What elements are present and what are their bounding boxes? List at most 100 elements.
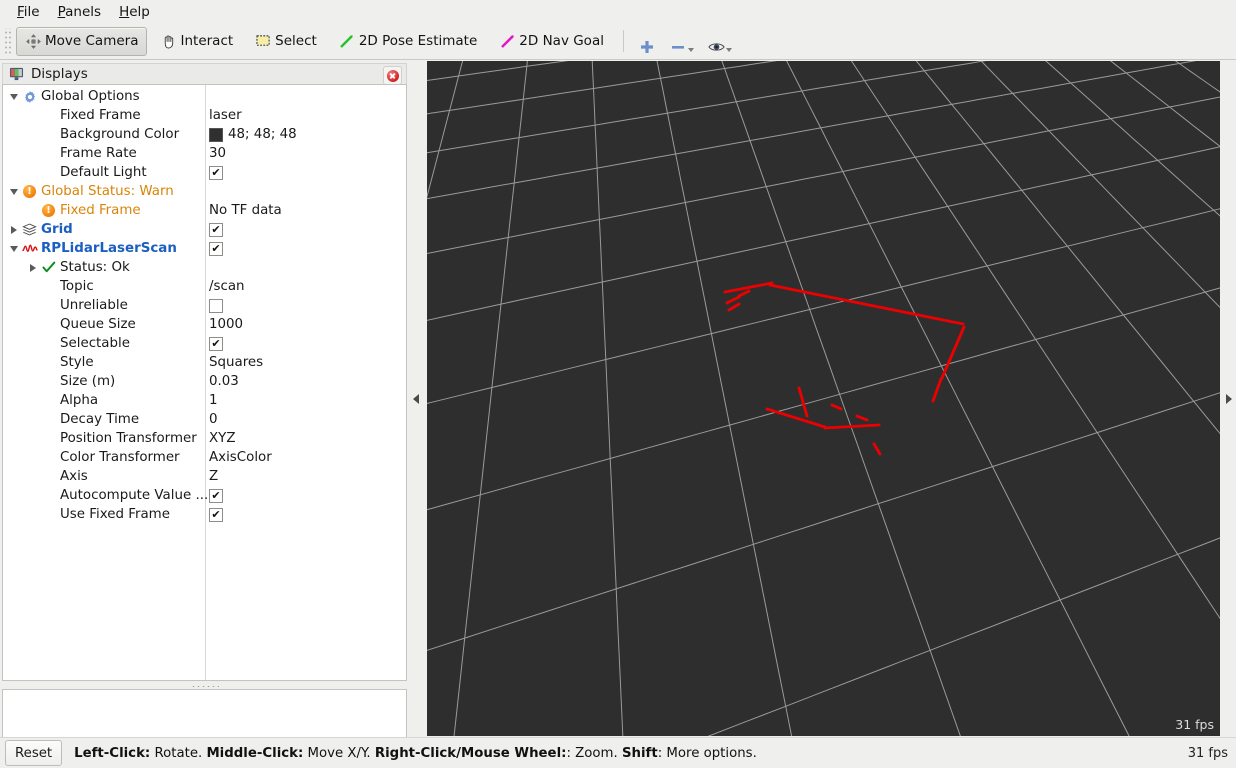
tree-row-value-cell[interactable]: 0 xyxy=(209,410,218,429)
tree-row-value-cell[interactable]: 0.03 xyxy=(209,372,239,391)
chevron-down-icon[interactable] xyxy=(687,47,694,52)
expand-arrow-closed-icon[interactable] xyxy=(5,225,21,234)
triangle-icon xyxy=(11,225,17,234)
expand-arrow-open-icon[interactable] xyxy=(5,188,21,195)
expand-arrow-closed-icon[interactable] xyxy=(24,263,40,272)
checkbox[interactable]: ✔ xyxy=(209,222,223,237)
tree-row-value-cell[interactable]: /scan xyxy=(209,277,245,296)
tree-row[interactable]: Alpha 1 xyxy=(3,391,406,410)
tree-row-value: Squares xyxy=(209,355,264,370)
tree-row[interactable]: Use Fixed Frame ✔ xyxy=(3,505,406,524)
tree-row-label: Global Status: Warn xyxy=(41,184,174,199)
tree-row[interactable]: Axis Z xyxy=(3,467,406,486)
left-panel-collapse-handle[interactable] xyxy=(411,61,421,736)
tree-row-value-cell[interactable]: No TF data xyxy=(209,201,282,220)
tree-row-value-cell[interactable]: laser xyxy=(209,106,242,125)
toolbar-grip[interactable] xyxy=(3,28,12,54)
render-canvas xyxy=(427,61,1220,736)
displays-tree[interactable]: Global Options Fixed Frame laser Background… xyxy=(2,84,407,681)
tree-row-value: XYZ xyxy=(209,431,236,446)
tool-select[interactable]: Select xyxy=(246,27,326,56)
tree-row-value-cell[interactable]: XYZ xyxy=(209,429,236,448)
tree-row-value-cell[interactable]: Z xyxy=(209,467,218,486)
menu-item-panels[interactable]: Panels xyxy=(49,2,110,22)
triangle-icon xyxy=(10,93,18,100)
right-panel-expand-handle[interactable] xyxy=(1221,61,1236,736)
tree-row[interactable]: Decay Time 0 xyxy=(3,410,406,429)
tool-move-camera[interactable]: Move Camera xyxy=(16,26,148,56)
tree-icon-placeholder xyxy=(40,412,57,427)
tree-row-name-cell: Frame Rate xyxy=(3,144,226,163)
checkbox[interactable]: ✔ xyxy=(209,488,223,503)
tree-row-value: No TF data xyxy=(209,203,282,218)
tree-row[interactable]: Color Transformer AxisColor xyxy=(3,448,406,467)
color-swatch[interactable] xyxy=(209,127,223,142)
hand-icon xyxy=(160,34,177,49)
tree-row[interactable]: Style Squares xyxy=(3,353,406,372)
tree-row-label: Decay Time xyxy=(60,412,140,427)
tree-row[interactable]: Grid ✔ xyxy=(3,220,406,239)
expand-arrow-open-icon[interactable] xyxy=(5,245,21,252)
checkbox[interactable]: ✔ xyxy=(209,507,223,522)
hint-segment: : More options. xyxy=(657,745,757,761)
add-panel-button[interactable] xyxy=(635,28,660,55)
tree-row-value-cell[interactable]: AxisColor xyxy=(209,448,272,467)
tree-row-value-cell[interactable]: ✔ xyxy=(209,163,223,182)
tree-row[interactable]: Fixed Frame laser xyxy=(3,106,406,125)
menu-item-file[interactable]: File xyxy=(8,2,49,22)
tree-row-value-cell[interactable]: ✔ xyxy=(209,334,223,353)
3d-render-view[interactable]: 31 fps xyxy=(427,61,1220,736)
tool-2d-nav-goal-label: 2D Nav Goal xyxy=(519,33,604,49)
tree-row-label: Autocompute Value ... xyxy=(60,488,209,503)
tree-row-value-cell[interactable]: 1 xyxy=(209,391,218,410)
tree-icon-placeholder xyxy=(40,431,57,446)
reset-button[interactable]: Reset xyxy=(5,740,63,766)
hint-segment: Rotate. xyxy=(150,745,207,761)
tree-row[interactable]: Unreliable xyxy=(3,296,406,315)
tree-row[interactable]: Status: Ok xyxy=(3,258,406,277)
remove-panel-button[interactable] xyxy=(666,28,698,55)
tree-row-value-cell[interactable]: 48; 48; 48 xyxy=(209,125,297,144)
tree-row[interactable]: Selectable ✔ xyxy=(3,334,406,353)
tree-row-value-cell[interactable]: Squares xyxy=(209,353,263,372)
tree-row[interactable]: Queue Size 1000 xyxy=(3,315,406,334)
tool-interact[interactable]: Interact xyxy=(151,27,242,56)
tree-row-value-cell[interactable]: 30 xyxy=(209,144,226,163)
tree-row-value-cell[interactable]: ✔ xyxy=(209,220,223,239)
checkbox[interactable]: ✔ xyxy=(209,241,223,256)
tree-row-value: AxisColor xyxy=(209,450,272,465)
tree-row-value: /scan xyxy=(209,279,245,294)
expand-arrow-open-icon[interactable] xyxy=(5,93,21,100)
checkbox[interactable] xyxy=(209,298,223,313)
tree-row[interactable]: Topic/scan xyxy=(3,277,406,296)
checkbox[interactable]: ✔ xyxy=(209,336,223,351)
tree-row-value-cell[interactable]: ✔ xyxy=(209,505,223,524)
tree-row[interactable]: Background Color 48; 48; 48 xyxy=(3,125,406,144)
tree-row-name-cell: Background Color xyxy=(3,125,226,144)
tree-row[interactable]: Default Light ✔ xyxy=(3,163,406,182)
tree-row[interactable]: ! Global Status: Warn xyxy=(3,182,406,201)
menu-item-help[interactable]: Help xyxy=(110,2,159,22)
tree-row[interactable]: Global Options xyxy=(3,87,406,106)
tree-row[interactable]: Autocompute Value ... ✔ xyxy=(3,486,406,505)
tree-row[interactable]: RPLidarLaserScan ✔ xyxy=(3,239,406,258)
chevron-down-icon[interactable] xyxy=(725,47,732,52)
tree-row-value-cell[interactable]: ✔ xyxy=(209,239,223,258)
tree-row[interactable]: Position Transformer XYZ xyxy=(3,429,406,448)
close-displays-button[interactable] xyxy=(383,66,402,85)
tree-row[interactable]: ! Fixed Frame No TF data xyxy=(3,201,406,220)
tree-row[interactable]: Frame Rate 30 xyxy=(3,144,406,163)
visibility-button[interactable] xyxy=(704,28,736,55)
reset-button-label: Reset xyxy=(15,745,53,761)
triangle-icon xyxy=(10,188,18,195)
tree-row-name-cell: Autocompute Value ... xyxy=(3,486,226,505)
tree-row-value-cell[interactable]: ✔ xyxy=(209,486,223,505)
tool-2d-pose-estimate[interactable]: 2D Pose Estimate xyxy=(330,27,486,56)
checkbox[interactable]: ✔ xyxy=(209,165,223,180)
splitter-dots-icon xyxy=(190,684,219,688)
tool-2d-nav-goal[interactable]: 2D Nav Goal xyxy=(490,27,613,56)
tree-row-value-cell[interactable] xyxy=(209,296,223,315)
tree-row[interactable]: Size (m) 0.03 xyxy=(3,372,406,391)
tree-row-value-cell[interactable]: 1000 xyxy=(209,315,243,334)
tree-row-name-cell: Use Fixed Frame xyxy=(3,505,226,524)
